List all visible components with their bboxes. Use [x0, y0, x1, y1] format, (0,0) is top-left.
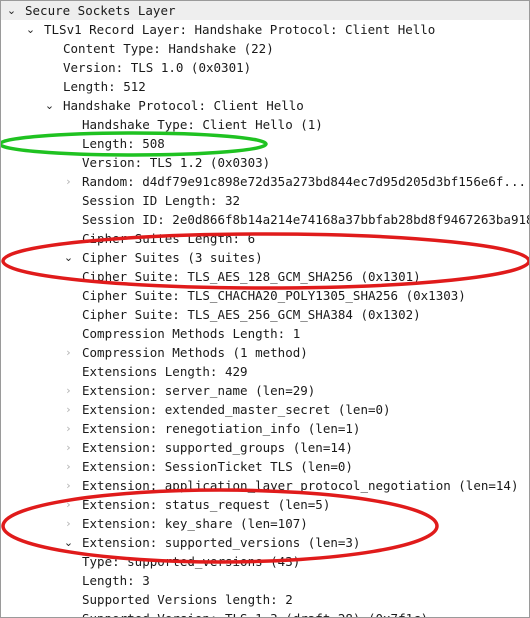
tree-row-label: Cipher Suite: TLS_CHACHA20_POLY1305_SHA2… — [82, 288, 466, 303]
chevron-right-icon[interactable]: › — [62, 476, 75, 495]
tree-row-label: Cipher Suites (3 suites) — [82, 250, 263, 265]
tree-row[interactable]: Handshake Type: Client Hello (1) — [1, 115, 529, 134]
tree-row[interactable]: Type: supported_versions (43) — [1, 552, 529, 571]
tree-row-label: Extension: server_name (len=29) — [82, 383, 316, 398]
tree-row-label: Secure Sockets Layer — [25, 3, 176, 18]
chevron-down-icon[interactable]: ⌄ — [5, 1, 18, 20]
tree-row[interactable]: Length: 508 — [1, 134, 529, 153]
tree-row[interactable]: Compression Methods Length: 1 — [1, 324, 529, 343]
tree-row[interactable]: Session ID: 2e0d866f8b14a214e74168a37bbf… — [1, 210, 530, 229]
tree-row[interactable]: Supported Versions length: 2 — [1, 590, 529, 609]
tree-row[interactable]: › Extension: renegotiation_info (len=1) — [1, 419, 529, 438]
tree-row[interactable]: › Extension: application_layer_protocol_n… — [1, 476, 529, 495]
tree-row-label: Random: d4df79e91c898e72d35a273bd844ec7d… — [82, 174, 527, 189]
tree-row-label: Session ID: 2e0d866f8b14a214e74168a37bbf… — [82, 212, 530, 227]
chevron-right-icon[interactable]: › — [62, 514, 75, 533]
chevron-right-icon[interactable]: › — [62, 400, 75, 419]
chevron-right-icon[interactable]: › — [62, 343, 75, 362]
tree-row[interactable]: Extensions Length: 429 — [1, 362, 529, 381]
tree-row-label: Version: TLS 1.0 (0x0301) — [63, 60, 252, 75]
tree-row-label: Extension: SessionTicket TLS (len=0) — [82, 459, 353, 474]
tree-row[interactable]: › Random: d4df79e91c898e72d35a273bd844ec7… — [1, 172, 529, 191]
chevron-right-icon[interactable]: › — [62, 381, 75, 400]
tree-row[interactable]: Version: TLS 1.2 (0x0303) — [1, 153, 529, 172]
tree-row[interactable]: › Extension: supported_groups (len=14) — [1, 438, 529, 457]
tree-row[interactable]: ⌄ Extension: supported_versions (len=3) — [1, 533, 529, 552]
tree-row[interactable]: Cipher Suite: TLS_CHACHA20_POLY1305_SHA2… — [1, 286, 529, 305]
tree-row[interactable]: Cipher Suite: TLS_AES_256_GCM_SHA384 (0x… — [1, 305, 529, 324]
chevron-down-icon[interactable]: ⌄ — [62, 248, 75, 267]
tree-row[interactable]: ⌄ Cipher Suites (3 suites) — [1, 248, 529, 267]
tree-row-label: Extension: supported_groups (len=14) — [82, 440, 353, 455]
tree-row-label: Length: 508 — [82, 136, 165, 151]
tree-row-label: Length: 3 — [82, 573, 150, 588]
tree-row[interactable]: › Extension: key_share (len=107) — [1, 514, 529, 533]
packet-detail-panel[interactable]: ⌄ Secure Sockets Layer ⌄ TLSv1 Record Layer… — [0, 0, 530, 618]
tree-row-label: Handshake Type: Client Hello (1) — [82, 117, 323, 132]
tree-row-label: Content Type: Handshake (22) — [63, 41, 274, 56]
tree-row[interactable]: › Extension: extended_master_secret (len=… — [1, 400, 529, 419]
tree-row[interactable]: Length: 3 — [1, 571, 529, 590]
tree-row-label: Extension: status_request (len=5) — [82, 497, 331, 512]
tree-row[interactable]: Cipher Suites Length: 6 — [1, 229, 529, 248]
tree-row-label: Supported Version: TLS 1.3 (draft 28) (0… — [82, 609, 428, 617]
tree-row[interactable]: › Extension: server_name (len=29) — [1, 381, 529, 400]
tree-row-label: Type: supported_versions (43) — [82, 554, 301, 569]
tree-row[interactable]: › Extension: status_request (len=5) — [1, 495, 529, 514]
tree-row-label: Cipher Suite: TLS_AES_256_GCM_SHA384 (0x… — [82, 307, 421, 322]
tree-row[interactable]: Version: TLS 1.0 (0x0301) — [1, 58, 529, 77]
tree-row[interactable]: › Compression Methods (1 method) — [1, 343, 529, 362]
tree-row-label: Compression Methods (1 method) — [82, 345, 308, 360]
tree-row[interactable]: Supported Version: TLS 1.3 (draft 28) (0… — [1, 609, 529, 617]
chevron-right-icon[interactable]: › — [62, 495, 75, 514]
tree-row-label: Extensions Length: 429 — [82, 364, 248, 379]
tree-row-label: TLSv1 Record Layer: Handshake Protocol: … — [44, 22, 436, 37]
tree-row[interactable]: ⌄ Secure Sockets Layer — [1, 1, 529, 20]
tree-row-label: Session ID Length: 32 — [82, 193, 241, 208]
tree-row[interactable]: Cipher Suite: TLS_AES_128_GCM_SHA256 (0x… — [1, 267, 529, 286]
tree-row-label: Extension: supported_versions (len=3) — [82, 535, 361, 550]
tree-row-label: Extension: renegotiation_info (len=1) — [82, 421, 361, 436]
tree-row-label: Cipher Suites Length: 6 — [82, 231, 256, 246]
protocol-tree[interactable]: ⌄ Secure Sockets Layer ⌄ TLSv1 Record Layer… — [1, 1, 530, 617]
tree-row[interactable]: › Extension: SessionTicket TLS (len=0) — [1, 457, 529, 476]
tree-row-label: Extension: key_share (len=107) — [82, 516, 308, 531]
tree-row-label: Compression Methods Length: 1 — [82, 326, 301, 341]
chevron-right-icon[interactable]: › — [62, 172, 75, 191]
tree-row[interactable]: ⌄ Handshake Protocol: Client Hello — [1, 96, 529, 115]
tree-row-label: Extension: extended_master_secret (len=0… — [82, 402, 391, 417]
chevron-down-icon[interactable]: ⌄ — [43, 96, 56, 115]
chevron-right-icon[interactable]: › — [62, 419, 75, 438]
tree-row[interactable]: Session ID Length: 32 — [1, 191, 529, 210]
chevron-right-icon[interactable]: › — [62, 438, 75, 457]
tree-row-label: Cipher Suite: TLS_AES_128_GCM_SHA256 (0x… — [82, 269, 421, 284]
tree-row-label: Version: TLS 1.2 (0x0303) — [82, 155, 271, 170]
tree-row[interactable]: Length: 512 — [1, 77, 529, 96]
tree-row-label: Extension: application_layer_protocol_ne… — [82, 478, 519, 493]
tree-row[interactable]: Content Type: Handshake (22) — [1, 39, 529, 58]
chevron-down-icon[interactable]: ⌄ — [24, 20, 37, 39]
tree-row-label: Handshake Protocol: Client Hello — [63, 98, 304, 113]
chevron-right-icon[interactable]: › — [62, 457, 75, 476]
tree-row[interactable]: ⌄ TLSv1 Record Layer: Handshake Protocol:… — [1, 20, 529, 39]
chevron-down-icon[interactable]: ⌄ — [62, 533, 75, 552]
tree-row-label: Length: 512 — [63, 79, 146, 94]
tree-row-label: Supported Versions length: 2 — [82, 592, 293, 607]
